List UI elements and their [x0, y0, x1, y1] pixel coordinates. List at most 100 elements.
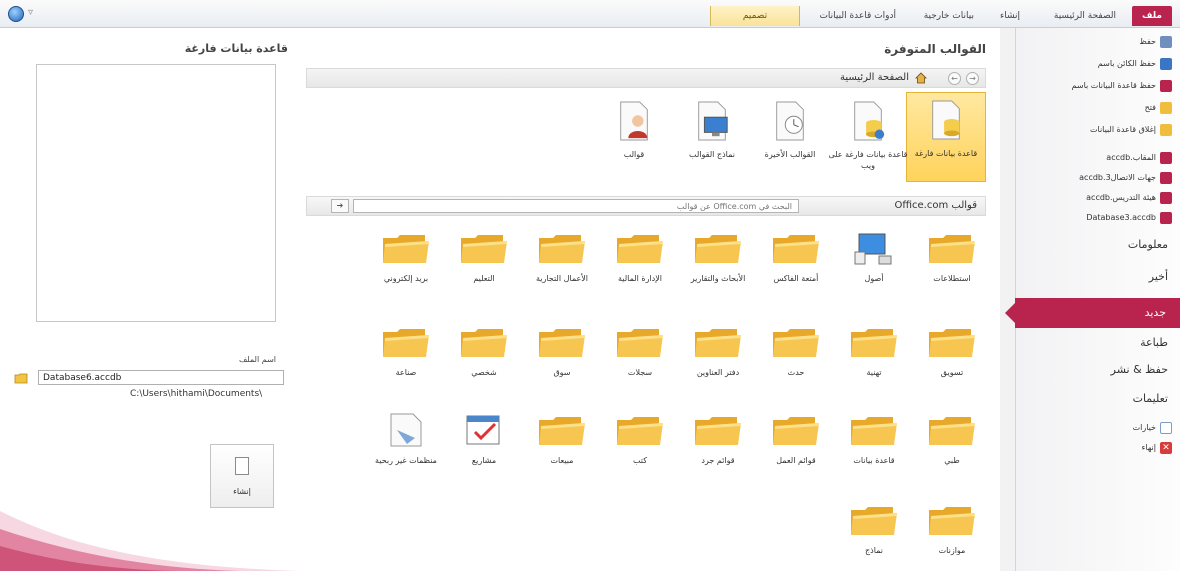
nav-save-publish[interactable]: حفظ & نشر [1111, 363, 1168, 376]
decorative-swoosh [0, 511, 300, 571]
breadcrumb: → ← الصفحة الرئيسية [306, 68, 986, 88]
template-folder[interactable]: سجلات [602, 324, 678, 378]
folder-label: سجلات [627, 368, 653, 377]
nav-exit[interactable]: ✕ إنهاء [1142, 440, 1172, 456]
available-templates-title: القوالب المتوفرة [884, 42, 986, 56]
recent-database-item[interactable]: المقاب.accdb [1106, 150, 1172, 166]
exit-icon: ✕ [1160, 441, 1172, 454]
template-label: القوالب الأخيرة [764, 150, 816, 159]
template-preview [36, 64, 276, 322]
folder-icon [383, 329, 429, 357]
folder-label: نماذج [864, 546, 883, 555]
nav-command[interactable]: فتح [1145, 100, 1172, 116]
folder-icon [461, 329, 507, 357]
folder-icon [539, 329, 585, 357]
quick-access-dropdown-icon[interactable]: ▿ [28, 7, 33, 18]
breadcrumb-home[interactable]: الصفحة الرئيسية [840, 72, 909, 83]
monitor-icon [698, 101, 728, 141]
template-label: نماذج القوالب [689, 150, 735, 159]
folder-icon [695, 235, 741, 263]
access-file-icon [1160, 191, 1172, 204]
forward-icon[interactable]: ← [948, 72, 961, 85]
template-folder[interactable]: نماذج [836, 502, 912, 556]
folder-icon [539, 417, 585, 445]
home-icon[interactable] [915, 72, 927, 84]
browse-folder-icon[interactable] [14, 372, 28, 384]
template-folder[interactable]: قوائم جرد [680, 412, 756, 466]
tab-design[interactable]: تصميم [710, 6, 800, 26]
template-folder[interactable]: صناعة [368, 324, 444, 378]
recent-database-item[interactable]: Database3.accdb [1086, 210, 1172, 226]
blank-web-database-tile[interactable]: قاعدة بيانات فارغة على ويب [828, 94, 908, 171]
template-folder[interactable]: مشاريع [446, 412, 522, 466]
template-label: قوالب [623, 150, 645, 159]
template-folder[interactable]: شخصي [446, 324, 522, 378]
my-templates-tile[interactable]: قوالب [594, 94, 674, 160]
template-folder[interactable]: منظمات غير ربحية [368, 412, 444, 466]
template-folder[interactable]: تهنية [836, 324, 912, 378]
recent-database-label: Database3.accdb [1086, 213, 1156, 222]
nav-recent[interactable]: أخير [1149, 270, 1168, 283]
template-folder[interactable]: استطلاعات [914, 230, 990, 284]
template-folder[interactable]: تسويق [914, 324, 990, 378]
template-folder[interactable]: الأعمال التجارية [524, 230, 600, 284]
nav-print[interactable]: طباعة [1140, 336, 1168, 349]
folder-label: منظمات غير ربحية [375, 456, 437, 465]
template-folder[interactable]: أصول [836, 230, 912, 284]
template-folder[interactable]: أمتعة الفاكس [758, 230, 834, 284]
save-database-as-icon [1160, 79, 1172, 92]
folder-icon [383, 235, 429, 263]
nav-command[interactable]: حفظ قاعدة البيانات باسم [1072, 78, 1172, 94]
sample-templates-tile[interactable]: نماذج القوالب [672, 94, 752, 160]
filename-label: اسم الملف [238, 355, 276, 364]
template-search-input[interactable] [353, 199, 799, 213]
nonprofit-icon [390, 413, 422, 447]
available-templates-panel: القوالب المتوفرة → ← الصفحة الرئيسية قاع… [300, 28, 1000, 571]
nav-options[interactable]: خيارات [1133, 420, 1172, 436]
tab-create[interactable]: إنشاء [990, 6, 1030, 26]
folder-label: طبي [944, 456, 960, 465]
template-folder[interactable]: مبيعات [524, 412, 600, 466]
template-folder[interactable]: دفتر العناوين [680, 324, 756, 378]
template-folder[interactable]: التعليم [446, 230, 522, 284]
tab-database-tools[interactable]: أدوات قاعدة البيانات [809, 6, 906, 26]
file-path: C:\Users\hithami\Documents\ [130, 389, 263, 399]
folder-label: شخصي [471, 368, 497, 377]
blank-database-tile[interactable]: قاعدة بيانات فارغة [906, 92, 986, 182]
folder-label: قوائم العمل [776, 456, 816, 465]
template-folder[interactable]: حدث [758, 324, 834, 378]
nav-command[interactable]: حفظ [1139, 34, 1172, 50]
recent-database-label: جهات الاتصال3.accdb [1079, 173, 1156, 182]
back-icon[interactable]: → [966, 72, 979, 85]
tab-file[interactable]: ملف [1132, 6, 1172, 26]
recent-database-item[interactable]: جهات الاتصال3.accdb [1079, 170, 1172, 186]
recent-database-item[interactable]: هيئة التدريس.accdb [1086, 190, 1172, 206]
folder-icon [851, 417, 897, 445]
template-folder[interactable]: الأبحاث والتقارير [680, 230, 756, 284]
recent-templates-tile[interactable]: القوالب الأخيرة [750, 94, 830, 160]
search-go-button[interactable]: ➔ [331, 199, 349, 213]
nav-info[interactable]: معلومات [1128, 238, 1168, 251]
folder-icon [929, 329, 975, 357]
folder-icon [851, 507, 897, 535]
nav-new[interactable]: جديد [1005, 298, 1180, 328]
template-label: قاعدة بيانات فارغة على ويب [828, 150, 908, 170]
tab-home[interactable]: الصفحة الرئيسية [1044, 6, 1126, 26]
access-app-icon[interactable] [8, 6, 24, 22]
template-folder[interactable]: قوائم العمل [758, 412, 834, 466]
office-templates-bar: قوالب Office.com ➔ [306, 196, 986, 216]
template-folder[interactable]: كتب [602, 412, 678, 466]
template-folder[interactable]: بريد إلكتروني [368, 230, 444, 284]
nav-help[interactable]: تعليمات [1133, 392, 1168, 405]
nav-command[interactable]: إغلاق قاعدة البيانات [1090, 122, 1172, 138]
tab-external-data[interactable]: بيانات خارجية [914, 6, 984, 26]
template-folder[interactable]: موازنات [914, 502, 990, 556]
folder-label: التعليم [473, 274, 495, 283]
template-folder[interactable]: الإدارة المالية [602, 230, 678, 284]
filename-input[interactable] [38, 370, 284, 385]
template-folder[interactable]: طبي [914, 412, 990, 466]
template-folder[interactable]: قاعدة بيانات [836, 412, 912, 466]
template-folder[interactable]: سوق [524, 324, 600, 378]
nav-command[interactable]: حفظ الكائن باسم [1098, 56, 1172, 72]
folder-label: كتب [632, 456, 648, 465]
